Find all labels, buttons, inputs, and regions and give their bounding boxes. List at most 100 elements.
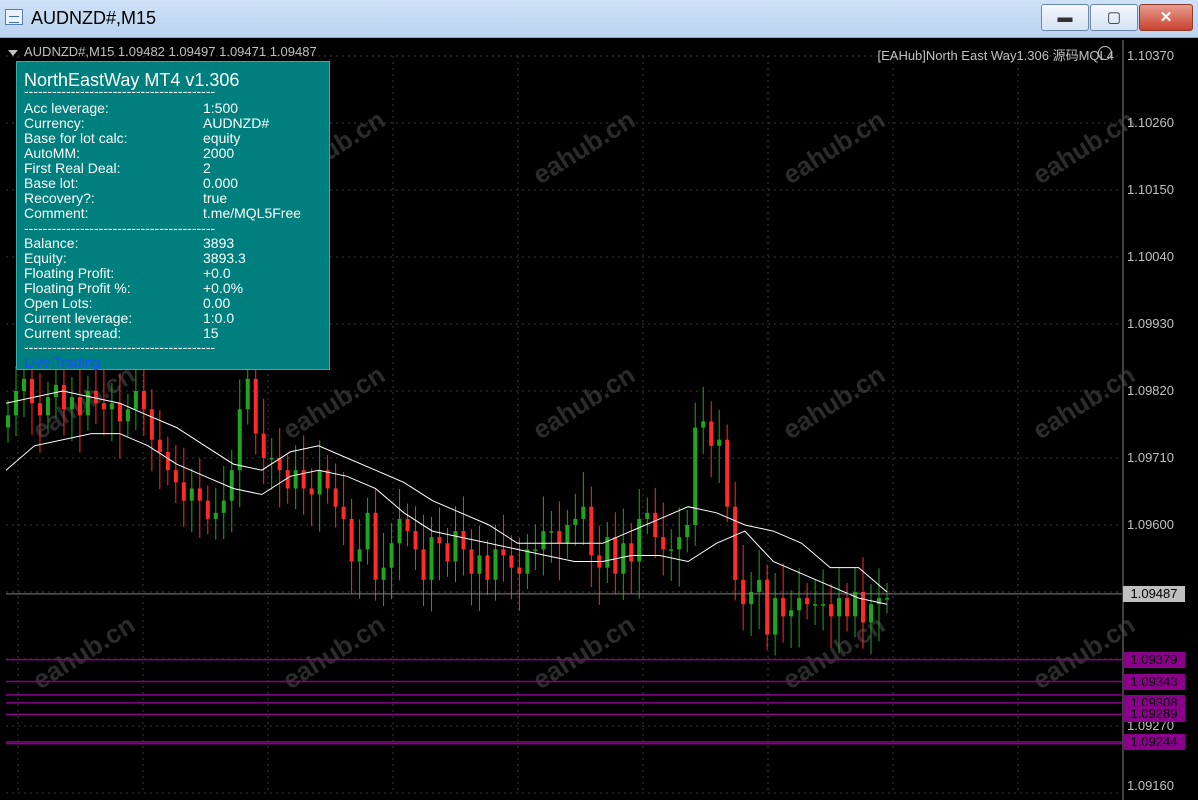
candle-body: [429, 537, 434, 580]
candle-body: [725, 439, 730, 507]
info-label: First Real Deal:: [24, 160, 121, 176]
live-trading-status: Live Trading: [24, 354, 101, 370]
candle-body: [29, 378, 34, 404]
candle-body: [661, 537, 666, 550]
candle-body: [165, 451, 170, 471]
candle-body: [813, 604, 818, 606]
candle-body: [221, 500, 226, 513]
ohlc-readout: AUDNZD#,M15 1.09482 1.09497 1.09471 1.09…: [24, 44, 317, 59]
info-label: Base for lot calc:: [24, 130, 128, 146]
candle-body: [157, 439, 162, 452]
candle-body: [229, 470, 234, 501]
candle-body: [757, 579, 762, 592]
info-value: true: [203, 190, 228, 206]
candle-body: [77, 397, 82, 416]
candle-body: [93, 391, 98, 404]
price-axis-label: 1.09930: [1127, 316, 1174, 331]
candle-body: [357, 549, 362, 562]
candle-body: [533, 549, 538, 551]
price-axis-label: 1.09710: [1127, 450, 1174, 465]
watermark-text: eahub.cn: [777, 359, 890, 445]
candle-body: [621, 543, 626, 574]
info-value: t.me/MQL5Free: [203, 205, 302, 221]
level-price-label: 1.09244: [1123, 733, 1185, 750]
candle-body: [885, 598, 889, 600]
current-price-label: 1.09487: [1123, 585, 1185, 602]
candle-body: [13, 391, 18, 416]
level-price-label: 1.09289: [1123, 706, 1185, 723]
price-axis-label: 1.09160: [1127, 778, 1174, 793]
candle-body: [437, 537, 442, 544]
smiley-icon: [1098, 46, 1112, 60]
ea-info-panel: NorthEastWay MT4 v1.306 Live Trading ---…: [16, 61, 330, 370]
price-axis-label: 1.10040: [1127, 249, 1174, 264]
candle-body: [21, 378, 26, 391]
candle-body: [101, 403, 106, 410]
candle-body: [421, 549, 426, 580]
candle-body: [845, 598, 850, 617]
info-value: 3893: [203, 235, 235, 251]
candle-body: [581, 506, 586, 519]
candle-body: [197, 488, 202, 501]
info-label: Acc leverage:: [24, 100, 109, 116]
price-axis-label: 1.10260: [1127, 115, 1174, 130]
candle-body: [509, 555, 514, 568]
watermark-text: eahub.cn: [777, 104, 890, 190]
info-value: 2: [203, 160, 211, 176]
candle-body: [613, 537, 618, 574]
candle-body: [493, 549, 498, 580]
info-label: Comment:: [24, 205, 89, 221]
info-label: Currency:: [24, 115, 85, 131]
candle-body: [317, 470, 322, 495]
candle-body: [645, 512, 650, 519]
candle-body: [765, 579, 770, 635]
candle-body: [861, 592, 866, 623]
watermark-text: eahub.cn: [277, 359, 390, 445]
candle-body: [85, 391, 90, 416]
info-value: 1:500: [203, 100, 239, 116]
candle-body: [269, 458, 274, 460]
candle-body: [397, 518, 402, 544]
info-label: Recovery?:: [24, 190, 95, 206]
candle-body: [773, 598, 778, 635]
candle-body: [61, 384, 66, 410]
candle-body: [837, 598, 842, 617]
price-axis-label: 1.09600: [1127, 517, 1174, 532]
candle-body: [525, 549, 530, 574]
candle-body: [365, 512, 370, 550]
candle-body: [741, 579, 746, 605]
candle-body: [237, 409, 242, 471]
candle-body: [477, 555, 482, 574]
candle-body: [669, 549, 674, 551]
dropdown-triangle-icon[interactable]: [8, 49, 18, 56]
candle-body: [6, 415, 10, 428]
info-label: Floating Profit %:: [24, 280, 131, 296]
candle-body: [53, 384, 58, 398]
candle-body: [501, 549, 506, 556]
info-value: 0.000: [203, 175, 239, 191]
candle-body: [261, 433, 266, 458]
candle-body: [133, 391, 138, 410]
candle-body: [349, 518, 354, 562]
candle-body: [541, 531, 546, 550]
candle-body: [381, 567, 386, 580]
info-label: Base lot:: [24, 175, 79, 191]
candle-body: [469, 549, 474, 574]
candle-body: [117, 403, 122, 422]
candle-body: [685, 525, 690, 538]
candle-body: [677, 537, 682, 550]
watermark-text: eahub.cn: [27, 359, 140, 445]
info-value: 0.00: [203, 295, 231, 311]
candle-body: [205, 500, 210, 519]
expert-advisor-label: [EAHub]North East Way1.306 源码MQL4: [877, 48, 1114, 63]
candle-body: [69, 397, 74, 410]
price-axis-label: 1.09820: [1127, 383, 1174, 398]
candle-body: [213, 512, 218, 519]
separator: ----------------------------------------…: [24, 339, 216, 355]
chart-symbol-header: AUDNZD#,M15 1.09482 1.09497 1.09471 1.09…: [8, 44, 317, 59]
candle-body: [141, 391, 146, 410]
candle-body: [693, 427, 698, 525]
candle-body: [517, 567, 522, 574]
info-value: 3893.3: [203, 250, 246, 266]
candle-body: [405, 518, 410, 532]
